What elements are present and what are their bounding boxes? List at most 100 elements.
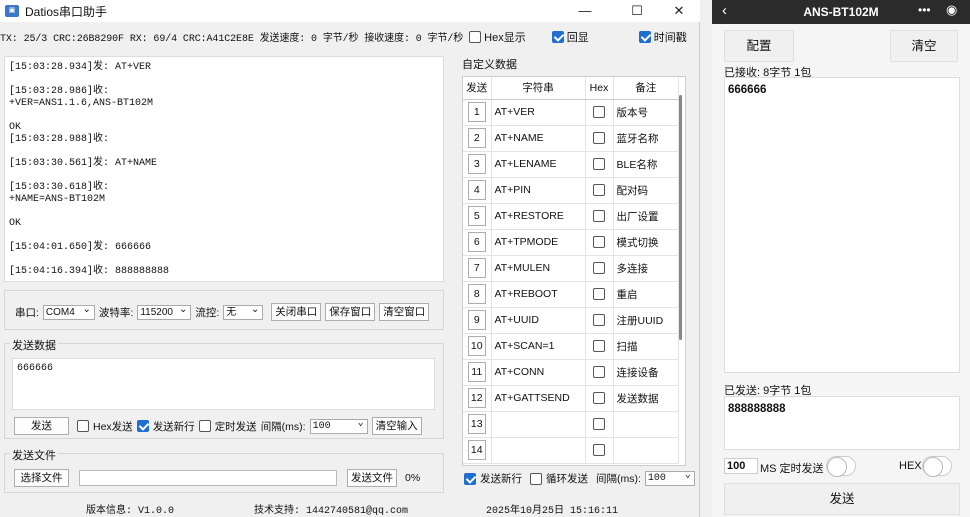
timed-send-checkbox[interactable] bbox=[198, 420, 211, 432]
log-line: OK bbox=[9, 218, 22, 229]
row-hex-checkbox[interactable] bbox=[593, 158, 605, 171]
row-command[interactable]: AT+GATTSEND bbox=[491, 385, 586, 412]
row-send-button[interactable]: 4 bbox=[467, 180, 486, 200]
baud-select[interactable]: 115200 bbox=[137, 303, 192, 320]
row-hex-checkbox[interactable] bbox=[593, 262, 605, 275]
log-line: +VER=ANS1.1.6,ANS-BT102M bbox=[9, 98, 154, 109]
row-hex-checkbox[interactable] bbox=[593, 392, 605, 405]
hex-toggle[interactable] bbox=[922, 456, 952, 477]
row-command[interactable]: AT+PIN bbox=[491, 177, 586, 204]
row-send-button[interactable]: 7 bbox=[467, 258, 486, 278]
row-send-button[interactable]: 2 bbox=[467, 128, 486, 148]
row-command[interactable] bbox=[491, 437, 586, 464]
row-command[interactable]: AT+CONN bbox=[491, 359, 586, 386]
echo-checkbox[interactable] bbox=[551, 31, 564, 43]
row-command[interactable]: AT+LENAME bbox=[491, 151, 586, 178]
send-file-button[interactable]: 发送文件 bbox=[347, 469, 397, 487]
row-note[interactable]: 发送数据 bbox=[613, 385, 679, 412]
row-command[interactable]: AT+MULEN bbox=[491, 255, 586, 282]
row-hex-checkbox[interactable] bbox=[593, 210, 605, 223]
port-select[interactable]: COM4 bbox=[42, 303, 95, 320]
row-hex-checkbox[interactable] bbox=[593, 314, 605, 327]
col-send: 发送 bbox=[463, 77, 492, 100]
received-content[interactable]: 666666 bbox=[724, 77, 960, 373]
hex-display-checkbox[interactable] bbox=[469, 31, 482, 43]
row-command[interactable]: AT+UUID bbox=[491, 307, 586, 334]
receive-log[interactable]: [15:03:28.934]发: AT+VER [15:03:28.986]收: +… bbox=[4, 56, 444, 282]
row-send-button[interactable]: 10 bbox=[467, 336, 486, 356]
row-send-button[interactable]: 5 bbox=[467, 206, 486, 226]
port-settings-group: 串口: COM4 波特率: 115200 流控: 无 关闭串口 保存窗口 清空窗… bbox=[4, 290, 444, 330]
choose-file-button[interactable]: 选择文件 bbox=[14, 469, 69, 487]
row-note[interactable]: 扫描 bbox=[613, 333, 679, 360]
custom-interval-spinbox[interactable]: 100 bbox=[644, 469, 695, 486]
timestamp-checkbox[interactable] bbox=[638, 31, 651, 43]
hex-send-checkbox[interactable] bbox=[77, 420, 89, 432]
custom-newline-checkbox[interactable] bbox=[464, 472, 476, 485]
close-icon[interactable]: ✕ bbox=[656, 0, 702, 22]
clear-window-button[interactable]: 清空窗口 bbox=[379, 303, 430, 321]
custom-data-table: 发送 字符串 Hex 备注 1 AT+VER 版本号 2 AT+NAME 蓝牙名称 3 AT+… bbox=[462, 76, 686, 466]
row-hex-checkbox[interactable] bbox=[593, 106, 605, 119]
close-port-button[interactable]: 关闭串口 bbox=[271, 303, 322, 321]
row-hex-checkbox[interactable] bbox=[593, 366, 605, 379]
phone-send-button[interactable]: 发送 bbox=[724, 483, 960, 515]
row-command[interactable]: AT+REBOOT bbox=[491, 281, 586, 308]
loop-send-checkbox[interactable] bbox=[530, 472, 542, 485]
row-note[interactable] bbox=[613, 437, 679, 464]
row-note[interactable]: 多连接 bbox=[613, 255, 679, 282]
row-note[interactable] bbox=[613, 411, 679, 438]
row-send-button[interactable]: 8 bbox=[467, 284, 486, 304]
row-send-button[interactable]: 13 bbox=[467, 414, 486, 434]
row-note[interactable]: 配对码 bbox=[613, 177, 679, 204]
row-note[interactable]: 注册UUID bbox=[613, 307, 679, 334]
interval-input[interactable]: 100 bbox=[724, 458, 758, 474]
row-note[interactable]: 模式切换 bbox=[613, 229, 679, 256]
row-send-button[interactable]: 11 bbox=[467, 362, 486, 382]
row-command[interactable]: AT+TPMODE bbox=[491, 229, 586, 256]
row-note[interactable]: 出厂设置 bbox=[613, 203, 679, 230]
clear-button[interactable]: 清空 bbox=[890, 30, 958, 62]
flow-select[interactable]: 无 bbox=[223, 303, 264, 320]
row-note[interactable]: BLE名称 bbox=[613, 151, 679, 178]
row-hex-checkbox[interactable] bbox=[593, 132, 605, 145]
send-button[interactable]: 发送 bbox=[14, 417, 69, 435]
row-hex-checkbox[interactable] bbox=[593, 444, 605, 457]
row-hex-checkbox[interactable] bbox=[593, 340, 605, 353]
row-hex-checkbox[interactable] bbox=[593, 236, 605, 249]
row-note[interactable]: 蓝牙名称 bbox=[613, 125, 679, 152]
row-hex-checkbox[interactable] bbox=[593, 418, 605, 431]
table-scrollbar[interactable] bbox=[679, 95, 682, 340]
row-send-button[interactable]: 9 bbox=[467, 310, 486, 330]
row-command[interactable]: AT+NAME bbox=[491, 125, 586, 152]
row-command[interactable]: AT+RESTORE bbox=[491, 203, 586, 230]
row-note[interactable]: 重启 bbox=[613, 281, 679, 308]
save-window-button[interactable]: 保存窗口 bbox=[325, 303, 376, 321]
timed-send-toggle[interactable] bbox=[826, 456, 856, 477]
row-command[interactable]: AT+VER bbox=[491, 99, 586, 126]
send-newline-checkbox[interactable] bbox=[136, 420, 149, 432]
row-send-button[interactable]: 14 bbox=[467, 440, 486, 460]
row-hex-checkbox[interactable] bbox=[593, 184, 605, 197]
row-hex-checkbox[interactable] bbox=[593, 288, 605, 301]
row-command[interactable]: AT+SCAN=1 bbox=[491, 333, 586, 360]
row-send-button[interactable]: 6 bbox=[467, 232, 486, 252]
minimize-icon[interactable]: — bbox=[562, 0, 608, 22]
record-icon[interactable]: ◉ bbox=[946, 2, 957, 18]
send-input[interactable]: 666666 bbox=[12, 358, 435, 410]
row-send-button[interactable]: 3 bbox=[467, 154, 486, 174]
row-note[interactable]: 连接设备 bbox=[613, 359, 679, 386]
file-path-field[interactable] bbox=[79, 470, 337, 486]
config-button[interactable]: 配置 bbox=[724, 30, 794, 62]
maximize-icon[interactable]: ☐ bbox=[614, 0, 660, 22]
version-info: 版本信息: V1.0.0 bbox=[86, 506, 175, 517]
row-note[interactable]: 版本号 bbox=[613, 99, 679, 126]
sent-content[interactable]: 888888888 bbox=[724, 396, 960, 450]
clear-input-button[interactable]: 清空输入 bbox=[371, 417, 422, 435]
interval-spinbox[interactable]: 100 bbox=[309, 417, 368, 434]
row-send-button[interactable]: 1 bbox=[467, 102, 486, 122]
row-command[interactable] bbox=[491, 411, 586, 438]
more-icon[interactable]: ••• bbox=[918, 3, 931, 17]
row-send-button[interactable]: 12 bbox=[467, 388, 486, 408]
custom-row: 9 AT+UUID 注册UUID bbox=[463, 307, 679, 334]
